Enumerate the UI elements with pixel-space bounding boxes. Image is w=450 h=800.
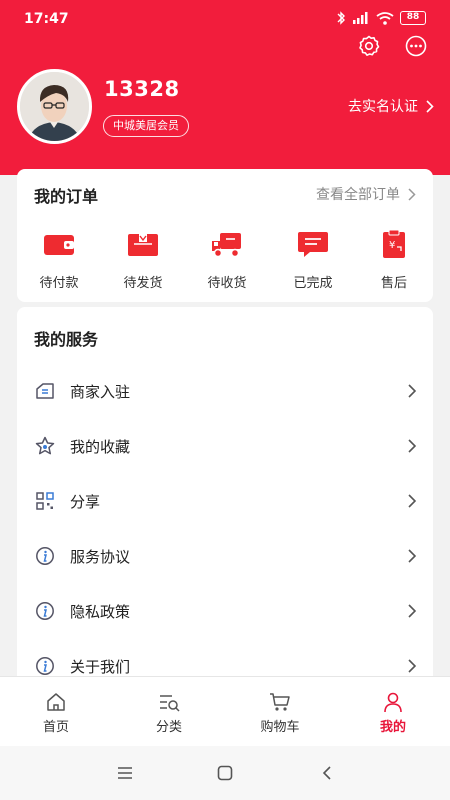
orders-title: 我的订单: [34, 187, 99, 206]
tab-home[interactable]: 首页: [21, 691, 91, 735]
info-icon: [36, 602, 54, 620]
chevron-right-icon: [408, 549, 417, 563]
services-title: 我的服务: [34, 330, 99, 349]
tab-label: 我的: [379, 720, 406, 735]
bluetooth-icon: [337, 11, 345, 25]
cart-icon: [270, 693, 290, 711]
tab-label: 首页: [42, 720, 69, 735]
tab-label: 购物车: [260, 720, 300, 735]
back-icon[interactable]: [319, 765, 337, 781]
order-label: 待付款: [39, 276, 79, 291]
chevron-right-icon: [408, 187, 416, 201]
store-icon: [36, 383, 54, 399]
view-all-orders-link[interactable]: 查看全部订单: [316, 184, 416, 204]
order-label: 待收货: [207, 276, 247, 291]
tab-label: 分类: [155, 720, 182, 735]
wallet-icon: [44, 235, 74, 255]
orders-card: 我的订单 查看全部订单 待付款 待发货 待收货 已完成 ¥ 售后: [17, 169, 433, 302]
order-after-sales[interactable]: ¥ 售后: [359, 229, 429, 291]
package-icon: [128, 234, 158, 256]
service-label: 商家入驻: [70, 383, 131, 401]
status-bar: 17:47 88: [0, 0, 450, 36]
service-label: 服务协议: [70, 548, 131, 566]
verify-link-label: 去实名认证: [348, 99, 418, 115]
svg-text:¥: ¥: [389, 240, 395, 251]
service-favorites[interactable]: 我的收藏: [17, 420, 433, 475]
order-label: 已完成: [293, 276, 333, 291]
order-label: 待发货: [123, 276, 163, 291]
truck-icon: [212, 233, 241, 258]
settings-icon[interactable]: [357, 34, 381, 58]
star-icon: [35, 436, 55, 455]
order-label: 售后: [380, 276, 407, 291]
info-icon: [36, 657, 54, 675]
chevron-right-icon: [408, 659, 417, 673]
signal-icon: [353, 12, 368, 24]
service-merchant-join[interactable]: 商家入驻: [17, 365, 433, 420]
service-label: 关于我们: [70, 658, 131, 676]
order-completed[interactable]: 已完成: [278, 229, 348, 291]
more-icon[interactable]: [404, 34, 428, 58]
username: 13328: [104, 77, 180, 101]
bottom-tab-bar: 首页 分类 购物车 我的: [0, 676, 450, 746]
home-button-icon[interactable]: [216, 765, 234, 781]
member-badge: 中城美居会员: [103, 115, 189, 137]
info-icon: [36, 547, 54, 565]
refund-icon: ¥: [383, 229, 405, 258]
chevron-right-icon: [408, 384, 417, 398]
tab-cart[interactable]: 购物车: [245, 691, 315, 735]
system-nav-bar: [0, 746, 450, 800]
user-icon: [384, 692, 402, 713]
chevron-right-icon: [408, 494, 417, 508]
service-agreement[interactable]: 服务协议: [17, 530, 433, 585]
order-pending-shipment[interactable]: 待发货: [108, 229, 178, 291]
home-icon: [47, 693, 65, 711]
tab-category[interactable]: 分类: [134, 691, 204, 735]
order-pending-receipt[interactable]: 待收货: [192, 229, 262, 291]
services-card: 我的服务 商家入驻 我的收藏 分享 服务协议 隐私政策 关于我们: [17, 307, 433, 682]
verify-identity-link[interactable]: 去实名认证: [348, 96, 434, 116]
order-pending-payment[interactable]: 待付款: [24, 229, 94, 291]
view-all-label: 查看全部订单: [316, 187, 400, 203]
message-icon: [298, 232, 328, 257]
status-icons: 88: [336, 11, 426, 25]
chevron-right-icon: [408, 439, 417, 453]
service-label: 隐私政策: [70, 603, 131, 621]
service-privacy[interactable]: 隐私政策: [17, 585, 433, 640]
service-share[interactable]: 分享: [17, 475, 433, 530]
tab-mine[interactable]: 我的: [358, 691, 428, 735]
category-icon: [160, 695, 180, 712]
status-time: 17:47: [24, 11, 69, 27]
profile-header: 17:47 88 13328 中城美居会员 去实名认证: [0, 0, 450, 175]
avatar-image: [20, 72, 89, 141]
chevron-right-icon: [408, 604, 417, 618]
qr-icon: [36, 492, 54, 510]
service-label: 我的收藏: [70, 438, 131, 456]
battery-indicator: 88: [400, 11, 426, 25]
avatar[interactable]: [17, 69, 92, 144]
chevron-right-icon: [426, 99, 434, 113]
wifi-icon: [376, 11, 394, 25]
service-label: 分享: [70, 493, 101, 511]
menu-icon[interactable]: [116, 765, 134, 781]
